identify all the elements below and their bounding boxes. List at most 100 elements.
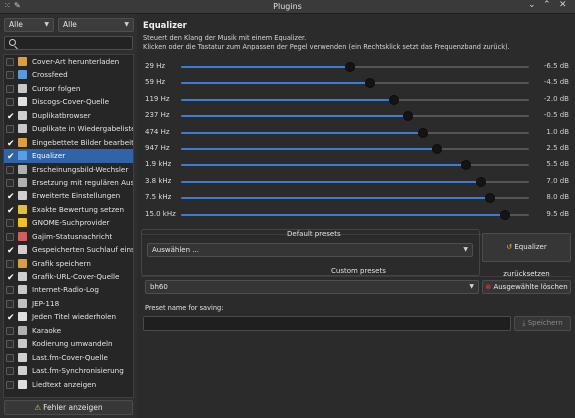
plugin-row[interactable]: Kodierung umwandeln <box>4 337 133 350</box>
band-gain-slider[interactable] <box>181 160 529 171</box>
plugin-enable-checkbox[interactable] <box>6 340 14 349</box>
band-slider-handle[interactable] <box>417 127 428 138</box>
plugin-row[interactable]: Discogs-Cover-Quelle <box>4 95 133 108</box>
band-gain-slider[interactable] <box>181 144 529 154</box>
plugin-enable-checkbox[interactable] <box>6 367 14 376</box>
band-slider-handle[interactable] <box>364 78 375 89</box>
band-gain-slider[interactable] <box>181 193 529 204</box>
delete-preset-button[interactable]: ⊗ Ausgewählte löschen <box>482 280 571 294</box>
plugin-row[interactable]: Last.fm-Cover-Quelle <box>4 351 133 364</box>
plugin-row[interactable]: Last.fm-Synchronisierung <box>4 364 133 377</box>
plugin-row[interactable]: Liedtext anzeigen <box>4 378 133 391</box>
plugin-row[interactable]: Karaoke <box>4 324 133 337</box>
band-slider-fill <box>181 180 481 183</box>
plugin-label: Jeden Titel wiederholen <box>32 312 117 322</box>
plugin-enable-checkbox[interactable] <box>6 353 14 362</box>
plugin-row[interactable]: ✔ Eingebettete Bilder bearbeiten <box>4 136 133 149</box>
plugin-row[interactable]: Grafik speichern <box>4 257 133 270</box>
plugin-row[interactable]: ✔ Jeden Titel wiederholen <box>4 310 133 323</box>
title-bar: ⁙ ✎ Plugins ⌄ ⌃ ✕ <box>0 0 575 14</box>
band-gain-slider[interactable] <box>181 78 529 89</box>
band-gain-slider[interactable] <box>181 94 529 105</box>
band-frequency-label: 15.0 kHz <box>145 209 176 218</box>
repeat-icon <box>18 312 27 322</box>
band-slider-handle[interactable] <box>461 160 472 171</box>
plugin-enable-checkbox[interactable] <box>6 125 14 134</box>
plugin-enable-checkbox[interactable] <box>6 259 14 268</box>
show-errors-button[interactable]: ⚠ Fehler anzeigen <box>4 400 133 415</box>
filter-dropdown-b[interactable]: Alle ▼ <box>58 18 134 32</box>
filter-dropdown-a[interactable]: Alle ▼ <box>4 18 54 32</box>
custom-preset-dropdown[interactable]: bh60 ▼ <box>145 280 479 294</box>
preset-name-input[interactable] <box>143 316 511 331</box>
plugin-enable-checkbox[interactable]: ✔ <box>6 139 15 148</box>
plugin-row[interactable]: ✔ Duplikatbrowser <box>4 109 133 122</box>
plugin-row[interactable]: ✔ Exakte Bewertung setzen <box>4 203 133 216</box>
plugin-row[interactable]: Cover-Art herunterladen <box>4 55 133 68</box>
plugin-enable-checkbox[interactable]: ✔ <box>6 112 15 121</box>
gajim-icon <box>18 231 27 241</box>
plugin-row[interactable]: Ersetzung mit regulären Ausdrüc... <box>4 176 133 189</box>
plugin-row[interactable]: ✔ Gespeicherten Suchlauf einschlie... <box>4 243 133 256</box>
plugin-row[interactable]: Duplikate in Wiedergabelisten en... <box>4 122 133 135</box>
band-gain-value: 7.0 dB <box>546 176 569 185</box>
chevron-down-icon: ▼ <box>124 21 129 28</box>
save-preset-button[interactable]: ⤓ Speichern <box>514 316 571 331</box>
plugin-row[interactable]: Erscheinungsbild-Wechsler <box>4 163 133 176</box>
plugin-enable-checkbox[interactable] <box>6 380 14 389</box>
band-gain-value: 9.5 dB <box>546 209 569 218</box>
band-slider-handle[interactable] <box>345 62 356 72</box>
plugin-row[interactable]: ✔ Equalizer <box>4 149 133 163</box>
plugin-enable-checkbox[interactable] <box>6 58 14 66</box>
plugin-enable-checkbox[interactable]: ✔ <box>6 273 15 283</box>
equalizer-band: 15.0 kHz 9.5 dB <box>137 208 575 221</box>
plugin-row[interactable]: ✔ Grafik-URL-Cover-Quelle <box>4 270 133 283</box>
plugin-label: Last.fm-Synchronisierung <box>32 366 124 376</box>
band-gain-slider[interactable] <box>181 62 529 72</box>
close-icon[interactable]: ✕ <box>559 0 567 10</box>
plugin-enable-checkbox[interactable] <box>6 299 14 308</box>
plugin-label: Internet-Radio-Log <box>32 285 99 295</box>
plugin-label: Equalizer <box>32 151 66 161</box>
encoding-icon <box>18 339 27 349</box>
plugin-row[interactable]: ✔ Erweiterte Einstellungen <box>4 189 133 202</box>
band-slider-handle[interactable] <box>432 144 443 154</box>
plugin-enable-checkbox[interactable] <box>6 326 14 335</box>
plugin-enable-checkbox[interactable]: ✔ <box>6 206 15 215</box>
band-gain-slider[interactable] <box>181 111 529 122</box>
band-slider-handle[interactable] <box>475 176 486 187</box>
plugin-enable-checkbox[interactable]: ✔ <box>6 246 15 256</box>
band-gain-slider[interactable] <box>181 176 529 187</box>
band-gain-slider[interactable] <box>181 127 529 138</box>
plugin-enable-checkbox[interactable] <box>6 219 14 228</box>
plugin-row[interactable]: Crossfeed <box>4 68 133 81</box>
band-slider-handle[interactable] <box>403 111 414 122</box>
plugin-enable-checkbox[interactable] <box>6 71 14 80</box>
band-slider-handle[interactable] <box>499 209 510 220</box>
band-slider-fill <box>181 148 438 150</box>
plugin-label: Grafik speichern <box>32 258 91 268</box>
maximize-icon[interactable]: ⌃ <box>543 0 551 10</box>
band-slider-handle[interactable] <box>388 94 399 105</box>
plugin-row[interactable]: GNOME-Suchprovider <box>4 216 133 229</box>
plugin-enable-checkbox[interactable]: ✔ <box>6 313 15 323</box>
plugin-enable-checkbox[interactable]: ✔ <box>6 152 15 162</box>
plugin-enable-checkbox[interactable] <box>6 232 14 241</box>
plugin-row[interactable]: Gajim-Statusnachricht <box>4 230 133 243</box>
default-preset-dropdown[interactable]: Auswählen ... ▼ <box>147 243 473 257</box>
plugin-enable-checkbox[interactable] <box>6 178 14 187</box>
minimize-icon[interactable]: ⌄ <box>528 0 536 10</box>
plugin-row[interactable]: JEP-118 <box>4 297 133 310</box>
band-gain-slider[interactable] <box>181 209 529 220</box>
plugin-enable-checkbox[interactable] <box>6 84 14 93</box>
plugin-label: Eingebettete Bilder bearbeiten <box>32 137 134 147</box>
reset-equalizer-button[interactable]: ↺ Equalizer zurücksetzen <box>482 233 571 278</box>
plugin-row[interactable]: Cursor folgen <box>4 82 133 95</box>
plugin-enable-checkbox[interactable] <box>6 98 14 107</box>
plugin-enable-checkbox[interactable] <box>6 165 14 174</box>
plugin-search-input[interactable] <box>4 36 133 50</box>
band-slider-handle[interactable] <box>485 193 496 204</box>
plugin-enable-checkbox[interactable]: ✔ <box>6 192 15 202</box>
plugin-row[interactable]: Internet-Radio-Log <box>4 283 133 296</box>
plugin-enable-checkbox[interactable] <box>6 286 14 295</box>
